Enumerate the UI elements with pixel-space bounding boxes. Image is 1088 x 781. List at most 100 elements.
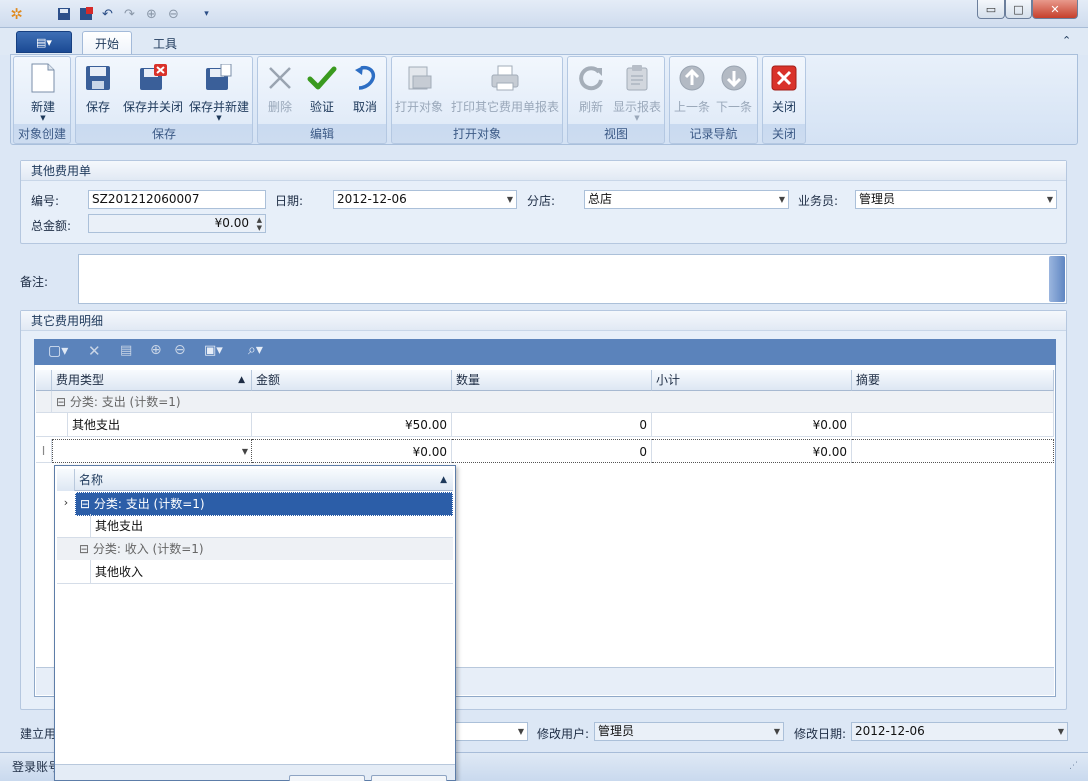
current-row-icon: › (63, 496, 69, 509)
modify-date-picker[interactable]: 2012-12-06 ▼ (851, 722, 1068, 741)
popup-group-row[interactable]: ⊟ 分类: 支出 (计数=1) (75, 492, 453, 516)
date-label: 日期: (275, 194, 304, 208)
tab-tools[interactable]: 工具 (140, 31, 190, 55)
cell-memo[interactable] (852, 413, 1054, 437)
new-row-icon[interactable]: ▢▾ (48, 343, 68, 359)
group-caption: 记录导航 (689, 127, 738, 141)
branch-select[interactable]: 总店 ▼ (584, 190, 789, 209)
collapse-icon[interactable]: ⊟ (80, 497, 94, 511)
prev-record-icon (676, 62, 708, 94)
prev-record-button[interactable]: 上一条 (673, 62, 711, 115)
next-record-button[interactable]: 下一条 (715, 62, 753, 115)
collapse-icon[interactable]: ⊟ (56, 395, 70, 409)
lookup-popup: 名称 ▲ › ⊟ 分类: 支出 (计数=1) 其他支出 ⊟ 分类: 收入 (计数=… (54, 465, 456, 781)
column-header-amount[interactable]: 金额 (252, 370, 452, 391)
edit-row-icon[interactable]: ▤ (120, 343, 132, 358)
creator-select[interactable]: ▼ (454, 722, 528, 741)
app-menu-button[interactable]: ▤▾ (16, 31, 72, 53)
cell-type[interactable]: 其他支出 (68, 413, 252, 437)
window-close-button[interactable]: ✕ (1032, 0, 1078, 19)
popup-cancel-button[interactable] (371, 775, 447, 781)
resize-grip-icon[interactable]: ⋰ (1069, 761, 1078, 771)
column-header-subtotal[interactable]: 小计 (652, 370, 852, 391)
cell-subtotal[interactable]: ¥0.00 (652, 439, 852, 463)
ribbon-collapse-icon[interactable]: ⌃ (1062, 34, 1071, 47)
down-icon[interactable]: ⊖ (165, 6, 182, 22)
delete-row-icon[interactable]: ✕ (88, 342, 101, 360)
remark-scrollbar[interactable] (1049, 256, 1065, 302)
column-header-qty[interactable]: 数量 (452, 370, 652, 391)
row-indent (57, 560, 91, 584)
open-object-button[interactable]: 打开对象 (394, 62, 444, 115)
save-new-button[interactable]: 保存并新建 ▼ (188, 62, 250, 122)
number-input[interactable]: SZ201212060007 (88, 190, 266, 209)
date-picker[interactable]: 2012-12-06 ▼ (333, 190, 517, 209)
maximize-button[interactable]: □ (1005, 0, 1032, 19)
cell-amount[interactable]: ¥50.00 (252, 413, 452, 437)
print-report-button[interactable]: 打印其它费用单报表 (450, 62, 560, 115)
up-icon[interactable]: ⊕ (143, 6, 160, 22)
date-value: 2012-12-06 (337, 192, 407, 206)
new-button[interactable]: 新建 ▼ (26, 62, 60, 122)
show-report-button-label: 显示报表 (612, 100, 661, 114)
row-indicator (57, 538, 75, 560)
group-caption: 关闭 (771, 127, 796, 141)
chevron-down-icon[interactable]: ▼ (779, 191, 785, 208)
save-close-button[interactable]: 保存并关闭 (122, 62, 184, 115)
app-menu-icon[interactable]: ✲ (8, 5, 25, 23)
chevron-down-icon[interactable]: ▼ (507, 191, 513, 208)
customize-icon[interactable]: ▾ (198, 6, 215, 22)
chevron-down-icon[interactable]: ▼ (242, 440, 248, 464)
delete-icon (264, 62, 296, 94)
popup-item[interactable]: 其他收入 (91, 560, 453, 584)
cell-amount[interactable]: ¥0.00 (252, 439, 452, 463)
validate-button[interactable]: 验证 (306, 62, 338, 115)
cell-memo[interactable] (852, 439, 1054, 463)
cancel-button[interactable]: 取消 (349, 62, 381, 115)
chevron-down-icon[interactable]: ▼ (1058, 723, 1064, 740)
save-button[interactable]: 保存 (82, 62, 114, 115)
show-report-button[interactable]: 显示报表 ▼ (612, 62, 662, 122)
popup-ok-button[interactable] (289, 775, 365, 781)
popup-group-row[interactable]: ⊟ 分类: 收入 (计数=1) (75, 538, 453, 560)
search-icon[interactable]: ⌕▾ (248, 342, 263, 358)
save-icon[interactable] (55, 6, 72, 22)
group-row[interactable]: ⊟ 分类: 支出 (计数=1) (52, 391, 1054, 413)
dropdown-arrow-icon: ▼ (216, 114, 222, 122)
salesman-select[interactable]: 管理员 ▼ (855, 190, 1057, 209)
refresh-button[interactable]: 刷新 (575, 62, 607, 115)
total-spinner[interactable]: ¥0.00 ▲ ▼ (88, 214, 266, 233)
popup-item[interactable]: 其他支出 (91, 514, 453, 538)
validate-button-label: 验证 (309, 100, 334, 114)
cell-subtotal[interactable]: ¥0.00 (652, 413, 852, 437)
salesman-value: 管理员 (859, 192, 896, 206)
section-title: 其它费用明细 (21, 311, 1066, 331)
column-header-memo[interactable]: 摘要 (852, 370, 1054, 391)
remark-textarea[interactable] (78, 254, 1067, 304)
move-down-icon[interactable]: ⊖ (174, 342, 186, 358)
popup-column-header[interactable]: 名称 ▲ (75, 469, 453, 491)
refresh-button-label: 刷新 (578, 100, 603, 114)
chevron-down-icon[interactable]: ▼ (1047, 191, 1053, 208)
next-record-button-label: 下一条 (715, 100, 752, 114)
redo-icon[interactable]: ↷ (121, 6, 138, 22)
cell-qty[interactable]: 0 (452, 413, 652, 437)
collapse-icon[interactable]: ⊟ (79, 542, 93, 556)
cell-qty[interactable]: 0 (452, 439, 652, 463)
modifier-select[interactable]: 管理员 ▼ (594, 722, 784, 741)
close-button[interactable]: 关闭 (768, 62, 800, 115)
minimize-button[interactable]: ▭ (977, 0, 1005, 19)
tab-start[interactable]: 开始 (82, 31, 132, 55)
cancel-icon (349, 62, 381, 94)
number-label: 编号: (31, 194, 60, 208)
cell-type-editor[interactable]: ▼ (52, 439, 252, 463)
move-up-icon[interactable]: ⊕ (150, 342, 162, 358)
save-close-icon[interactable] (77, 6, 94, 22)
save-grid-icon[interactable]: ▣▾ (204, 343, 223, 358)
undo-icon[interactable]: ↶ (99, 6, 116, 22)
delete-button[interactable]: 删除 (264, 62, 296, 115)
column-header-type[interactable]: 费用类型 ▲ (52, 370, 252, 391)
chevron-down-icon[interactable]: ▼ (774, 723, 780, 740)
chevron-down-icon[interactable]: ▼ (518, 723, 524, 740)
spinner-arrows-icon[interactable]: ▲ ▼ (257, 216, 262, 232)
